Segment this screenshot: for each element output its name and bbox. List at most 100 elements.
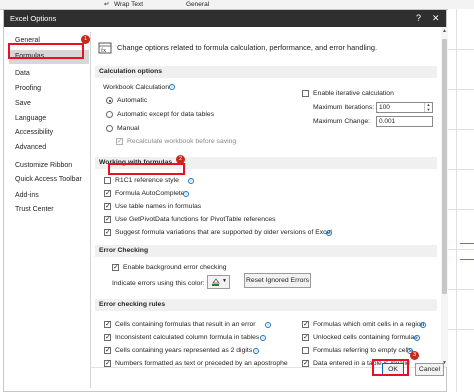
rule-right-label[interactable]: Formulas which omit cells in a region	[313, 320, 424, 329]
sidebar-item-label: Accessibility	[15, 129, 54, 136]
sidebar-item-data[interactable]: Data	[9, 67, 89, 81]
enable-iterative-checkbox[interactable]	[302, 90, 309, 97]
svg-text:fx: fx	[101, 47, 106, 54]
rule-left-label[interactable]: Cells containing years represented as 2 …	[115, 346, 252, 355]
spinner-arrows-icon[interactable]: ▲ ▼	[424, 102, 432, 112]
r1c1-reference-style-label[interactable]: R1C1 reference style	[115, 176, 179, 185]
sidebar-item-customize-ribbon[interactable]: Customize Ribbon	[9, 159, 89, 173]
scroll-up-icon[interactable]: ▲	[441, 27, 448, 35]
info-icon[interactable]: i	[260, 335, 266, 341]
grid-line	[448, 209, 474, 210]
sidebar-item-label: Add-ins	[15, 192, 39, 199]
suggest-variations-checkbox[interactable]	[104, 228, 111, 236]
sidebar-item-label: Save	[15, 100, 31, 107]
enable-iterative-label[interactable]: Enable iterative calculation	[313, 89, 394, 98]
wrap-text-icon: ↵	[104, 1, 110, 8]
rule-right-checkbox[interactable]	[302, 359, 309, 367]
info-icon[interactable]: i	[253, 348, 259, 354]
max-iterations-label: Maximum Iterations:	[313, 104, 375, 111]
formula-autocomplete-checkbox[interactable]	[104, 189, 111, 197]
info-icon[interactable]: i	[265, 322, 271, 328]
radio-automatic[interactable]	[106, 97, 113, 104]
rule-left-label[interactable]: Numbers formatted as text or preceded by…	[115, 359, 288, 367]
sidebar-item-trust-center[interactable]: Trust Center	[9, 203, 89, 217]
page-description: Change options related to formula calcul…	[117, 43, 378, 52]
sidebar-item-label: Language	[15, 115, 47, 122]
options-content-panel: fx Change options related to formula cal…	[92, 27, 439, 367]
rule-left-checkbox[interactable]	[104, 359, 111, 367]
close-button[interactable]: ✕	[432, 10, 440, 27]
sidebar-item-label: Proofing	[15, 85, 42, 92]
sidebar-item-accessibility[interactable]: Accessibility	[9, 126, 89, 140]
sidebar-item-label: Customize Ribbon	[15, 162, 73, 169]
selected-cell-border	[460, 259, 474, 260]
grid-line	[448, 89, 474, 90]
rule-left-checkbox[interactable]	[104, 333, 111, 341]
workbook-calculation-label: Workbook Calculation	[103, 84, 169, 91]
options-sidebar: General Formulas Data Proofing Save Lang…	[9, 32, 91, 388]
formulas-icon: fx	[98, 42, 112, 54]
content-scrollbar[interactable]: ▲ ▼	[441, 27, 448, 367]
sidebar-item-save[interactable]: Save	[9, 97, 89, 111]
info-icon[interactable]: i	[183, 191, 189, 197]
rule-left-checkbox[interactable]	[104, 320, 111, 328]
rule-right-label[interactable]: Formulas referring to empty cells	[313, 346, 412, 355]
wrap-text-label[interactable]: Wrap Text	[114, 0, 143, 9]
highlight-box-r1c1	[108, 163, 185, 175]
max-change-input[interactable]: 0.001	[376, 116, 433, 127]
paint-bucket-icon	[211, 277, 220, 287]
max-change-value: 0.001	[379, 118, 396, 125]
error-color-picker[interactable]: ▼	[207, 275, 230, 289]
rule-right-checkbox[interactable]	[302, 347, 309, 354]
radio-automatic-except-tables[interactable]	[106, 111, 113, 118]
background-error-checking-label[interactable]: Enable background error checking	[123, 263, 227, 272]
callout-badge-3: 3	[410, 351, 419, 360]
sidebar-item-label: Trust Center	[15, 206, 54, 213]
dialog-title: Excel Options	[10, 14, 57, 23]
sidebar-item-language[interactable]: Language	[9, 112, 89, 126]
info-icon[interactable]: i	[414, 335, 420, 341]
info-icon[interactable]: i	[326, 230, 332, 236]
excel-options-dialog: Excel Options ? ✕ General Formulas Data …	[3, 9, 448, 392]
rule-left-label[interactable]: Cells containing formulas that result in…	[115, 320, 256, 329]
max-iterations-value: 100	[379, 104, 390, 111]
radio-automatic-label[interactable]: Automatic	[117, 96, 147, 105]
number-format-value[interactable]: General	[186, 0, 209, 9]
table-names-checkbox[interactable]	[104, 202, 111, 210]
info-icon[interactable]: i	[420, 322, 426, 328]
callout-badge-1: 1	[81, 35, 90, 44]
background-error-checking-checkbox[interactable]	[112, 263, 119, 271]
getpivotdata-label[interactable]: Use GetPivotData functions for PivotTabl…	[115, 215, 276, 224]
sidebar-item-add-ins[interactable]: Add-ins	[9, 189, 89, 203]
getpivotdata-checkbox[interactable]	[104, 215, 111, 223]
rule-right-checkbox[interactable]	[302, 320, 309, 328]
sidebar-item-proofing[interactable]: Proofing	[9, 82, 89, 96]
scrollbar-thumb[interactable]	[442, 39, 447, 294]
sidebar-item-advanced[interactable]: Advanced	[9, 141, 89, 155]
sidebar-item-label: Data	[15, 70, 30, 77]
radio-manual[interactable]	[106, 125, 113, 132]
reset-ignored-errors-button[interactable]: Reset Ignored Errors	[244, 273, 311, 288]
rule-right-checkbox[interactable]	[302, 333, 309, 341]
sidebar-item-quick-access-toolbar[interactable]: Quick Access Toolbar	[9, 173, 89, 187]
recalc-before-save-checkbox	[116, 137, 123, 145]
cancel-button[interactable]: Cancel	[415, 363, 444, 376]
grid-line	[456, 9, 457, 392]
help-button[interactable]: ?	[416, 10, 421, 27]
chevron-down-icon: ▼	[222, 278, 227, 284]
max-iterations-input[interactable]: 100 ▲ ▼	[376, 102, 433, 113]
r1c1-reference-style-checkbox[interactable]	[104, 177, 111, 184]
rule-left-label[interactable]: Inconsistent calculated column formula i…	[115, 333, 259, 342]
info-icon[interactable]: i	[188, 178, 194, 184]
rule-left-checkbox[interactable]	[104, 346, 111, 354]
info-icon[interactable]: i	[169, 84, 175, 90]
radio-automatic-except-tables-label[interactable]: Automatic except for data tables	[117, 110, 214, 119]
worksheet-grid	[448, 9, 474, 392]
rule-right-label[interactable]: Unlocked cells containing formulas	[313, 333, 418, 342]
table-names-label[interactable]: Use table names in formulas	[115, 202, 201, 211]
grid-line	[448, 249, 474, 250]
formula-autocomplete-label[interactable]: Formula AutoComplete	[115, 189, 185, 198]
radio-manual-label[interactable]: Manual	[117, 124, 139, 133]
suggest-variations-label[interactable]: Suggest formula variations that are supp…	[115, 228, 332, 237]
grid-line	[448, 169, 474, 170]
